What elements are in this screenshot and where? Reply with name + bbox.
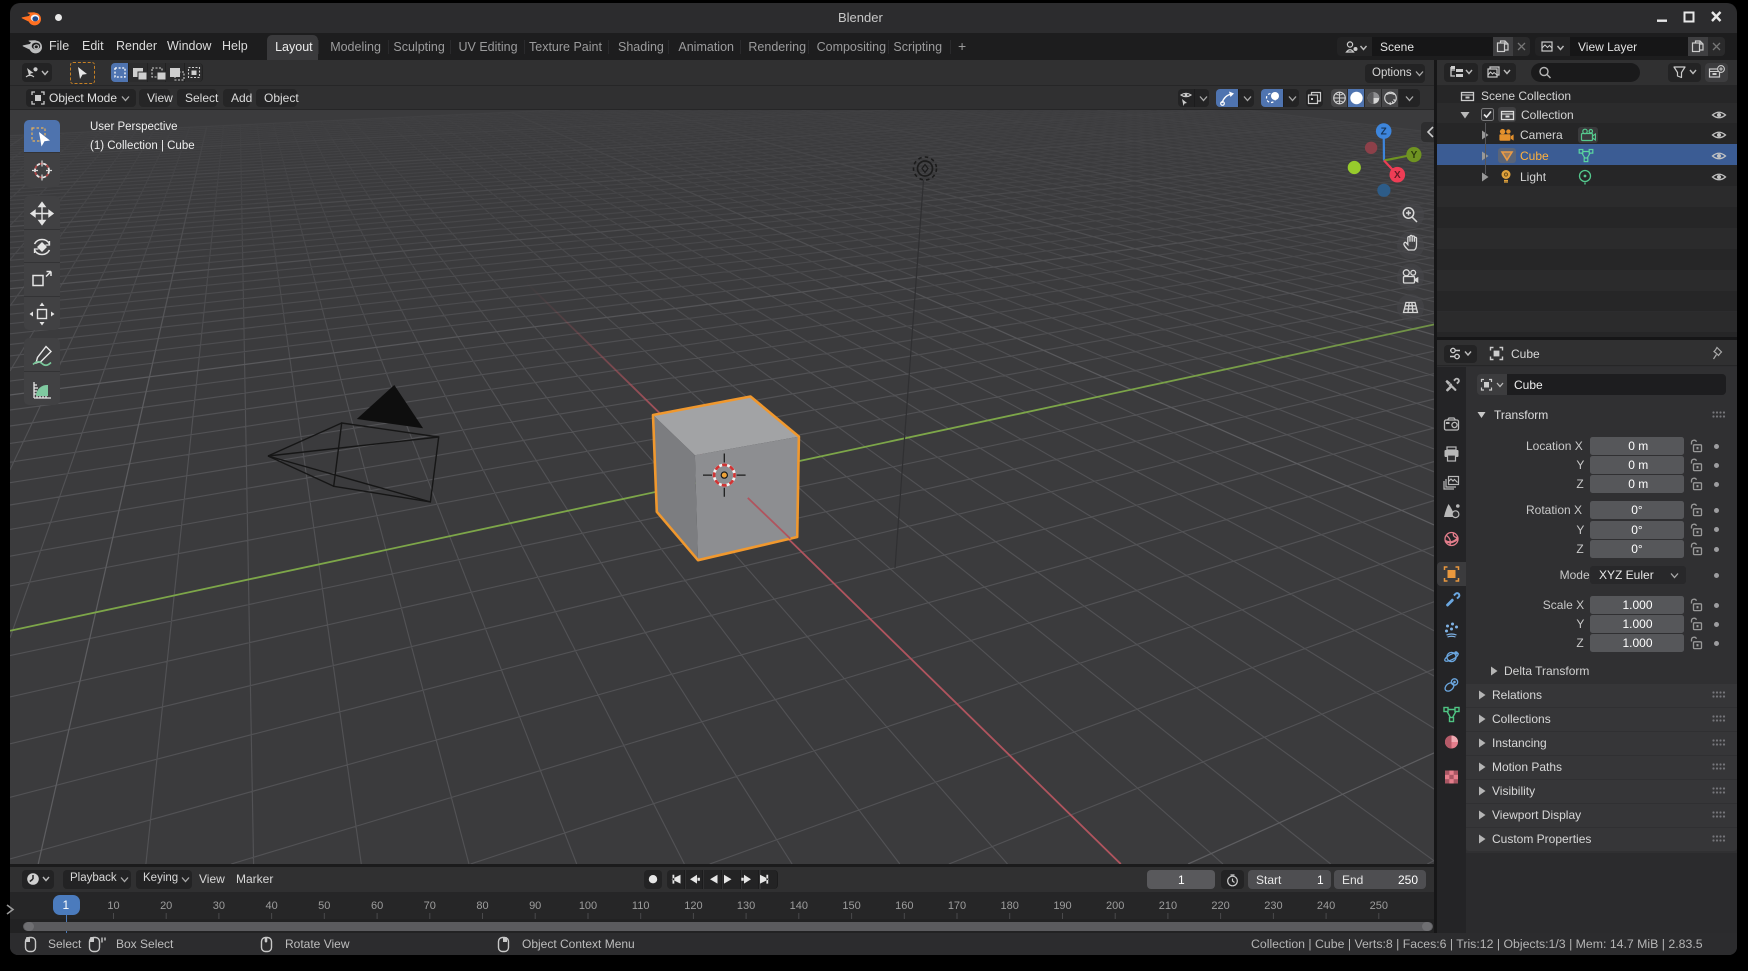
svg-text:X: X (1394, 170, 1401, 181)
svg-text:130: 130 (737, 900, 755, 912)
svg-text:70: 70 (424, 900, 436, 912)
svg-text:140: 140 (790, 900, 808, 912)
svg-text:30: 30 (213, 900, 225, 912)
svg-text:Z: Z (1381, 127, 1387, 138)
svg-text:210: 210 (1159, 900, 1177, 912)
svg-text:200: 200 (1106, 900, 1124, 912)
svg-text:40: 40 (265, 900, 277, 912)
svg-text:190: 190 (1053, 900, 1071, 912)
svg-text:60: 60 (371, 900, 383, 912)
svg-text:170: 170 (948, 900, 966, 912)
svg-text:100: 100 (579, 900, 597, 912)
svg-text:230: 230 (1264, 900, 1282, 912)
svg-text:180: 180 (1001, 900, 1019, 912)
svg-text:110: 110 (632, 900, 650, 912)
svg-text:Y: Y (1411, 150, 1418, 161)
svg-text:90: 90 (529, 900, 541, 912)
svg-text:220: 220 (1211, 900, 1229, 912)
svg-text:50: 50 (318, 900, 330, 912)
svg-text:240: 240 (1317, 900, 1335, 912)
svg-text:150: 150 (842, 900, 860, 912)
svg-text:160: 160 (895, 900, 913, 912)
svg-text:250: 250 (1370, 900, 1388, 912)
svg-text:20: 20 (160, 900, 172, 912)
svg-text:80: 80 (476, 900, 488, 912)
svg-text:120: 120 (684, 900, 702, 912)
svg-text:10: 10 (107, 900, 119, 912)
